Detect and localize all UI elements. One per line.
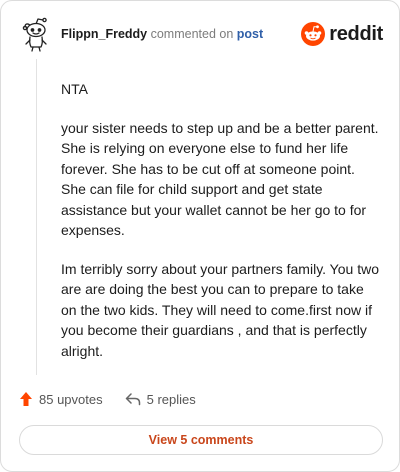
reddit-logo-icon <box>301 22 326 46</box>
comment-card: Flippn_Freddy commented on post reddit N… <box>0 0 400 472</box>
replies-button[interactable]: 5 replies <box>125 392 196 407</box>
view-comments-button[interactable]: View 5 comments <box>19 425 383 455</box>
post-link[interactable]: post <box>237 27 263 41</box>
reply-arrow-icon <box>125 393 140 406</box>
upvote-arrow-icon <box>20 392 32 406</box>
comment-paragraph: your sister needs to step up and be a be… <box>61 119 379 239</box>
comment-paragraph: Im terribly sorry about your partners fa… <box>61 260 379 359</box>
author-line: Flippn_Freddy commented on post <box>61 27 263 41</box>
thread-line <box>36 59 37 375</box>
upvote-count: 85 upvotes <box>39 391 103 407</box>
reddit-wordmark: reddit <box>329 22 383 45</box>
upvote-button[interactable]: 85 upvotes <box>19 391 103 407</box>
comment-paragraph: NTA <box>61 81 88 97</box>
comment-body: NTA your sister needs to step up and be … <box>61 79 379 379</box>
author-name[interactable]: Flippn_Freddy <box>61 27 147 41</box>
comment-header: Flippn_Freddy commented on post reddit <box>19 15 385 53</box>
reddit-logo[interactable]: reddit <box>301 21 383 47</box>
comment-footer: 85 upvotes 5 replies <box>19 389 218 409</box>
comment-action-text: commented on <box>147 27 237 41</box>
reply-count: 5 replies <box>146 391 196 407</box>
snoo-avatar-icon[interactable] <box>19 15 53 53</box>
